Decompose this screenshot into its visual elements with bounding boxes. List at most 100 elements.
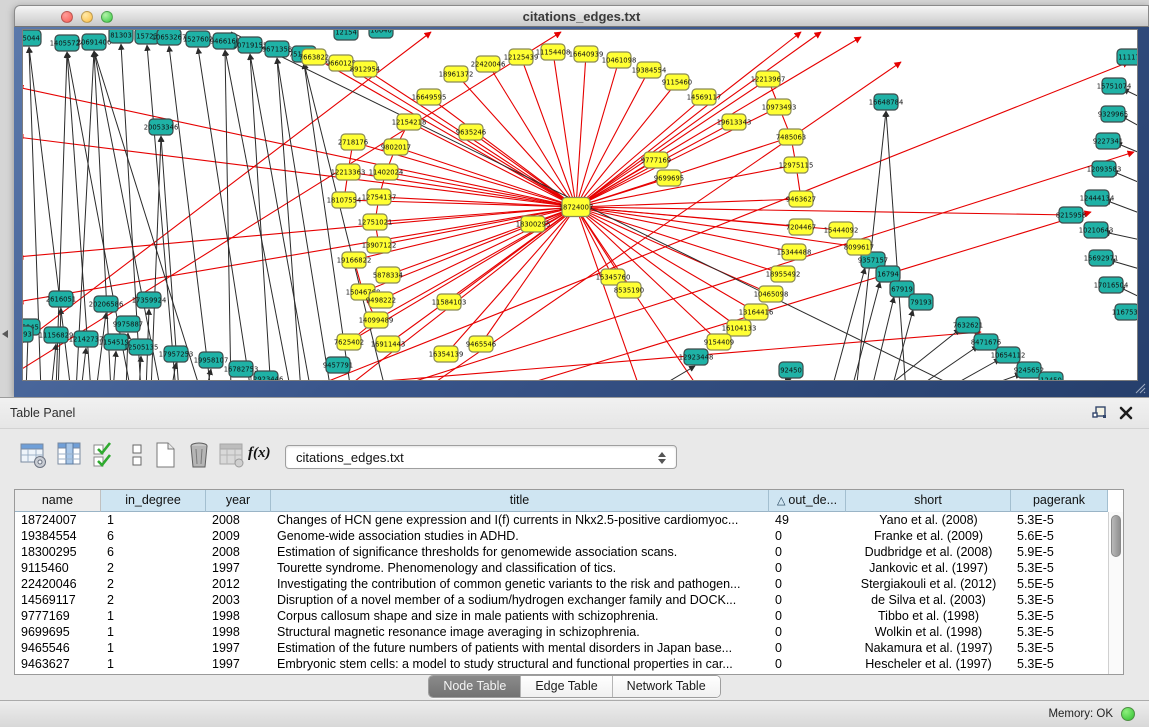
graph-node[interactable]: 9802017 (381, 139, 411, 155)
cell[interactable]: 1997 (206, 656, 271, 672)
graph-node[interactable]: 22420046 (471, 56, 506, 72)
graph-node[interactable]: 9671358 (262, 41, 292, 57)
graph-node[interactable]: 18724007 (559, 198, 594, 217)
cell[interactable]: 9465546 (15, 640, 101, 656)
graph-node[interactable]: 12444134 (1080, 190, 1115, 206)
cell[interactable]: 5.3E-5 (1011, 560, 1108, 576)
row-height-icon[interactable] (122, 440, 152, 470)
graph-node[interactable]: 9465546 (466, 336, 496, 352)
graph-node[interactable]: 9699695 (654, 170, 684, 186)
scrollbar-thumb[interactable] (1111, 515, 1121, 557)
tab-node-table[interactable]: Node Table (429, 676, 521, 697)
graph-node[interactable]: 20053346 (144, 119, 179, 135)
table-row[interactable]: 1830029562008Estimation of significance … (15, 544, 1108, 560)
graph-node[interactable]: 85044 (23, 30, 41, 46)
graph-node[interactable]: 20206586 (89, 296, 124, 312)
close-panel-icon[interactable] (1117, 404, 1135, 422)
cell[interactable]: 0 (769, 608, 846, 624)
cell[interactable]: 1 (101, 640, 206, 656)
network-window-titlebar[interactable]: citations_edges.txt (14, 5, 1149, 27)
cell[interactable]: 0 (769, 640, 846, 656)
table-selector-dropdown[interactable]: citations_edges.txt (285, 445, 677, 469)
cell[interactable]: 0 (769, 560, 846, 576)
cell[interactable]: Hescheler et al. (1997) (846, 656, 1011, 672)
graph-node[interactable]: 12213363 (331, 164, 366, 180)
cell[interactable]: Tourette syndrome. Phenomenology and cla… (271, 560, 769, 576)
cell[interactable]: Embryonic stem cells: a model to study s… (271, 656, 769, 672)
graph-node[interactable]: 12754137 (362, 189, 397, 205)
graph-node[interactable]: 12975115 (779, 157, 814, 173)
graph-node[interactable]: 19384554 (632, 62, 667, 78)
column-header-title[interactable]: title (271, 490, 769, 512)
graph-node[interactable]: 18107554 (327, 192, 362, 208)
memory-status-icon[interactable] (1121, 707, 1135, 721)
graph-node[interactable]: 2718176 (338, 134, 368, 150)
graph-node[interactable]: 19166822 (337, 252, 372, 268)
graph-node[interactable]: 9227341 (1093, 133, 1123, 149)
graph-node[interactable]: 15344488 (777, 244, 812, 260)
cell[interactable]: 19384554 (15, 528, 101, 544)
cell[interactable]: 49 (769, 512, 846, 528)
cell[interactable]: Estimation of the future numbers of pati… (271, 640, 769, 656)
cell[interactable]: Disruption of a novel member of a sodium… (271, 592, 769, 608)
graph-node[interactable]: 7204467 (786, 219, 816, 235)
graph-node[interactable]: 17957253 (159, 346, 194, 362)
graph-node[interactable]: 9498222 (366, 292, 396, 308)
graph-node[interactable]: 17016504 (1094, 277, 1129, 293)
graph-node[interactable]: 7625402 (334, 334, 364, 350)
cell[interactable]: 9115460 (15, 560, 101, 576)
graph-node[interactable]: 16640 (369, 30, 393, 38)
graph-node[interactable]: 12450 (1039, 372, 1063, 380)
graph-node[interactable]: 8215958 (1056, 207, 1086, 223)
graph-node[interactable]: 12751021 (358, 214, 393, 230)
graph-node[interactable]: 10654112 (991, 347, 1026, 363)
graph-node[interactable]: 11402024 (369, 164, 404, 180)
cell[interactable]: 2012 (206, 576, 271, 592)
table-row[interactable]: 969969511998Structural magnetic resonanc… (15, 624, 1108, 640)
table-row[interactable]: 911546021997Tourette syndrome. Phenomeno… (15, 560, 1108, 576)
function-builder-icon[interactable]: f(x) (248, 444, 278, 474)
graph-node[interactable]: 10653267 (152, 30, 187, 45)
graph-node[interactable]: 1167534 (1112, 304, 1137, 320)
graph-node[interactable]: 7632621 (953, 317, 983, 333)
table-row[interactable]: 2242004622012Investigating the contribut… (15, 576, 1108, 592)
column-header-name[interactable]: name (15, 490, 101, 512)
cell[interactable]: 5.6E-5 (1011, 528, 1108, 544)
table-row[interactable]: 946362711997Embryonic stem cells: a mode… (15, 656, 1108, 672)
cell[interactable]: 1997 (206, 640, 271, 656)
cell[interactable]: 0 (769, 592, 846, 608)
graph-node[interactable]: 10465098 (754, 286, 789, 302)
graph-node[interactable]: 12154218 (392, 114, 427, 130)
network-canvas[interactable]: 8504414055724206914068130315723106532671… (22, 29, 1138, 381)
graph-node[interactable]: 12213967 (751, 71, 786, 87)
cell[interactable]: Dudbridge et al. (2008) (846, 544, 1011, 560)
cell[interactable]: 5.3E-5 (1011, 656, 1108, 672)
graph-node[interactable]: 12125439 (504, 49, 539, 65)
cell[interactable]: Wolkin et al. (1998) (846, 624, 1011, 640)
graph-node[interactable]: 8535190 (614, 282, 644, 298)
cell[interactable]: Changes of HCN gene expression and I(f) … (271, 512, 769, 528)
graph-node[interactable]: 16640939 (569, 46, 604, 62)
graph-node[interactable]: 18300295 (516, 216, 551, 232)
cell[interactable]: 18724007 (15, 512, 101, 528)
graph-node[interactable]: 12923448 (679, 349, 714, 365)
cell[interactable]: 2 (101, 592, 206, 608)
cell[interactable]: Investigating the contribution of common… (271, 576, 769, 592)
cell[interactable]: 2008 (206, 512, 271, 528)
cell[interactable]: 5.3E-5 (1011, 592, 1108, 608)
table-row[interactable]: 1456911722003Disruption of a novel membe… (15, 592, 1108, 608)
graph-node[interactable]: 1527602 (183, 31, 213, 47)
graph-node[interactable]: 8099617 (844, 239, 874, 255)
graph-node[interactable]: 7485063 (776, 129, 806, 145)
cell[interactable]: Yano et al. (2008) (846, 512, 1011, 528)
graph-node[interactable]: 39193 (23, 326, 33, 342)
table-row[interactable]: 946554611997Estimation of the future num… (15, 640, 1108, 656)
cell[interactable]: 2 (101, 576, 206, 592)
column-header-short[interactable]: short (846, 490, 1011, 512)
table-scrollbar[interactable] (1108, 512, 1123, 674)
cell[interactable]: 9699695 (15, 624, 101, 640)
cell[interactable]: 6 (101, 544, 206, 560)
graph-node[interactable]: 9635246 (456, 124, 486, 140)
graph-node[interactable]: 11584103 (432, 294, 467, 310)
graph-node[interactable]: 8912954 (350, 61, 380, 77)
